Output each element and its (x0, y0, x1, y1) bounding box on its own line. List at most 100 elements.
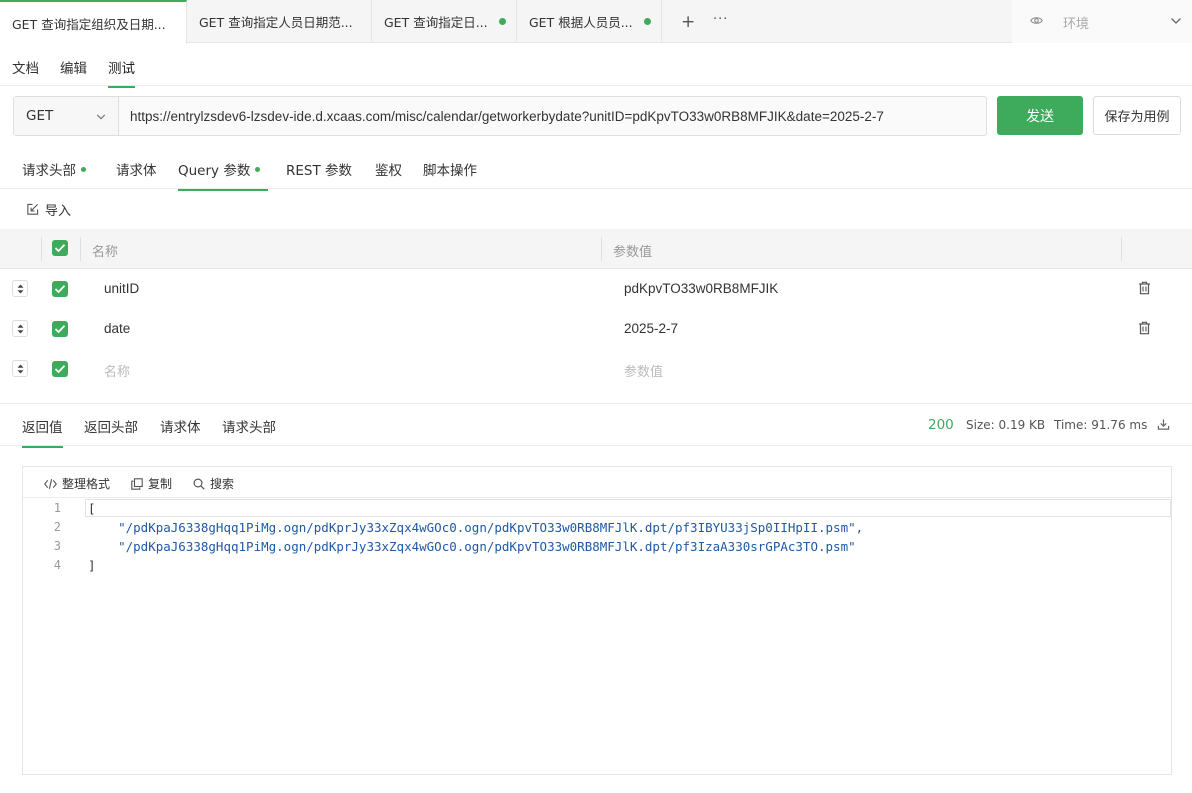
request-tab-bar: GET 查询指定组织及日期... GET 查询指定人员日期范... GET 查询… (0, 0, 1192, 44)
drag-handle-icon[interactable] (12, 360, 28, 377)
copy-label: 复制 (148, 477, 173, 491)
tab-label: 鉴权 (375, 163, 402, 179)
tab-label: Query 参数 (178, 163, 251, 179)
code-editor[interactable]: 1 [ 2 "/pdKpaJ6338gHqq1PiMg.ogn/pdKprJy3… (23, 498, 1171, 774)
request-tab-label: GET 根据人员员... (529, 15, 633, 30)
code-line: "/pdKpaJ6338gHqq1PiMg.ogn/pdKprJy33xZqx4… (88, 520, 864, 535)
select-all-checkbox[interactable] (52, 240, 68, 256)
request-tab-4[interactable]: GET 根据人员员... (517, 0, 662, 43)
tab-label: REST 参数 (286, 163, 353, 179)
import-icon (27, 203, 39, 215)
request-section-tabs: 请求头部 请求体 Query 参数 REST 参数 鉴权 脚本操作 (0, 148, 1192, 191)
tab-sent-headers[interactable]: 请求头部 (222, 416, 276, 436)
response-size: Size: 0.19 KB (966, 418, 1046, 432)
code-line: [ (88, 501, 96, 516)
search-button[interactable]: 搜索 (193, 475, 234, 492)
param-value-input[interactable]: 参数值 (624, 361, 663, 380)
download-icon[interactable] (1157, 418, 1170, 435)
tab-test[interactable]: 测试 (108, 57, 135, 88)
tab-label: 脚本操作 (423, 163, 477, 179)
unsaved-dot (644, 18, 651, 25)
line-number: 3 (53, 539, 61, 553)
column-divider (601, 237, 602, 261)
send-button[interactable]: 发送 (997, 96, 1083, 135)
column-divider (41, 237, 42, 261)
param-enabled-checkbox[interactable] (52, 281, 68, 297)
request-tab-1[interactable]: GET 查询指定组织及日期... (0, 0, 187, 44)
column-divider (1121, 237, 1122, 261)
param-name-input[interactable]: 名称 (104, 361, 130, 380)
more-tabs-icon[interactable]: ··· (713, 12, 728, 27)
copy-icon (131, 477, 143, 490)
code-toolbar: 整理格式 复制 搜索 (23, 467, 1171, 498)
param-value[interactable]: 2025-2-7 (624, 321, 678, 336)
tab-auth[interactable]: 鉴权 (375, 159, 402, 179)
line-number: 4 (53, 558, 61, 572)
chevron-down-icon (96, 111, 106, 126)
request-tab-label: GET 查询指定人员日期范... (199, 15, 353, 30)
line-number: 2 (53, 520, 61, 534)
trash-icon[interactable] (1138, 281, 1151, 299)
response-tabs: 返回值 返回头部 请求体 请求头部 200 Size: 0.19 KB Time… (0, 404, 1192, 448)
param-name[interactable]: unitID (104, 281, 139, 296)
method-value: GET (26, 108, 54, 124)
code-line: "/pdKpaJ6338gHqq1PiMg.ogn/pdKprJy33xZqx4… (88, 539, 856, 554)
url-input[interactable] (120, 97, 986, 135)
tab-docs[interactable]: 文档 (12, 57, 39, 77)
request-tab-label: GET 查询指定日... (384, 15, 488, 30)
add-tab-icon[interactable]: + (681, 12, 695, 32)
format-button[interactable]: 整理格式 (44, 475, 110, 492)
response-body-viewer: 整理格式 复制 搜索 1 [ 2 "/pdKpaJ6338gHqq1PiMg.o… (22, 466, 1172, 775)
url-bar: GET (13, 96, 987, 136)
search-icon (193, 477, 205, 490)
unsaved-dot (499, 18, 506, 25)
line-number: 1 (53, 501, 61, 515)
tab-label: 请求头部 (22, 163, 76, 179)
column-divider (80, 237, 81, 261)
environment-label: 环境 (1063, 17, 1090, 32)
param-row-new: 名称 参数值 (0, 349, 1192, 389)
column-header-name: 名称 (92, 245, 119, 260)
has-content-dot (81, 166, 86, 172)
code-line: ] (88, 558, 96, 573)
column-header-value: 参数值 (613, 245, 653, 260)
tab-response-body[interactable]: 返回值 (22, 416, 63, 448)
method-select[interactable]: GET (14, 97, 119, 135)
environment-selector[interactable]: 环境 (1012, 0, 1192, 43)
drag-handle-icon[interactable] (12, 320, 28, 337)
tab-rest-params[interactable]: REST 参数 (286, 159, 352, 179)
copy-button[interactable]: 复制 (131, 475, 172, 492)
param-name[interactable]: date (104, 321, 130, 336)
tab-request-headers[interactable]: 请求头部 (22, 159, 86, 179)
param-row: unitID pdKpvTO33w0RB8MFJIK (0, 269, 1192, 309)
param-enabled-checkbox[interactable] (52, 361, 68, 377)
tab-sent-body[interactable]: 请求体 (160, 416, 201, 436)
import-label: 导入 (45, 204, 72, 219)
request-tab-label: GET 查询指定组织及日期... (12, 16, 166, 32)
param-value[interactable]: pdKpvTO33w0RB8MFJIK (624, 281, 778, 296)
has-content-dot (255, 166, 261, 172)
status-code: 200 (928, 417, 954, 433)
param-row: date 2025-2-7 (0, 309, 1192, 349)
tab-query-params[interactable]: Query 参数 (178, 159, 269, 191)
param-enabled-checkbox[interactable] (52, 321, 68, 337)
tab-script-ops[interactable]: 脚本操作 (423, 159, 477, 179)
search-label: 搜索 (210, 477, 235, 491)
active-line-highlight (85, 499, 1171, 517)
tab-response-headers[interactable]: 返回头部 (84, 416, 138, 436)
trash-icon[interactable] (1138, 321, 1151, 339)
drag-handle-icon[interactable] (12, 280, 28, 297)
code-icon (44, 478, 57, 489)
response-time: Time: 91.76 ms (1054, 418, 1148, 432)
mode-tabs: 文档 编辑 测试 (0, 44, 1192, 88)
tab-edit[interactable]: 编辑 (60, 57, 87, 77)
format-label: 整理格式 (62, 477, 111, 491)
tab-request-body[interactable]: 请求体 (116, 159, 157, 179)
import-button[interactable]: 导入 (26, 200, 71, 219)
eye-icon[interactable] (1030, 14, 1043, 31)
request-tab-2[interactable]: GET 查询指定人员日期范... (187, 0, 372, 43)
save-as-case-button[interactable]: 保存为用例 (1093, 96, 1181, 135)
chevron-down-icon (1170, 15, 1182, 31)
request-tab-3[interactable]: GET 查询指定日... (372, 0, 517, 43)
tab-label: 请求体 (116, 163, 157, 179)
